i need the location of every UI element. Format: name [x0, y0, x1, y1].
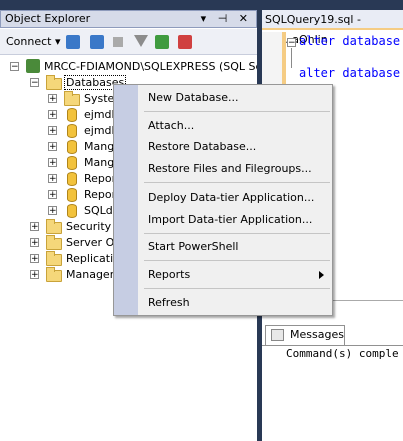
menu-item-reports[interactable]: Reports — [148, 266, 190, 284]
expand-icon[interactable]: + — [48, 174, 57, 184]
stop-icon[interactable] — [113, 37, 123, 47]
folder-icon — [46, 219, 62, 234]
expand-icon[interactable]: + — [30, 238, 39, 248]
menu-item-attach[interactable]: Attach... — [148, 117, 194, 135]
message-text: Command(s) comple — [286, 347, 399, 360]
context-menu: New Database... Attach... Restore Databa… — [113, 84, 333, 316]
expand-icon[interactable]: + — [48, 110, 57, 120]
tree-label: Security — [66, 220, 112, 233]
menu-item-new-database[interactable]: New Database... — [148, 89, 238, 107]
database-icon — [67, 172, 77, 186]
editor-tab[interactable]: SQLQuery19.sql - MR...aOnlin — [262, 10, 403, 46]
menu-item-restore-files[interactable]: Restore Files and Filegroups... — [148, 160, 312, 178]
expand-icon[interactable]: + — [48, 142, 57, 152]
object-explorer-title-bar: Object Explorer ▾ ⊣ ✕ — [0, 10, 257, 28]
tree-label: Repor — [84, 172, 117, 185]
database-icon — [67, 124, 77, 138]
messages-tab[interactable]: Messages — [265, 325, 345, 345]
collapse-icon[interactable]: − — [10, 62, 19, 72]
menu-item-restore-database[interactable]: Restore Database... — [148, 138, 256, 156]
connect-button[interactable]: Connect ▾ — [6, 35, 61, 48]
menu-item-import-data-tier[interactable]: Import Data-tier Application... — [148, 211, 312, 229]
expand-icon[interactable]: + — [48, 206, 57, 216]
connect-object-explorer-icon[interactable] — [66, 35, 80, 49]
database-icon — [67, 140, 77, 154]
messages-icon — [271, 329, 284, 341]
menu-item-start-powershell[interactable]: Start PowerShell — [148, 238, 238, 256]
menu-icon-strip — [114, 85, 138, 315]
menu-separator — [144, 288, 330, 289]
pane-window-buttons[interactable]: ▾ ⊣ ✕ — [201, 11, 252, 27]
expand-icon[interactable]: + — [30, 254, 39, 264]
tree-label: MRCC-FDIAMOND\SQLEXPRESS (SQL Server — [44, 60, 285, 73]
menu-separator — [144, 260, 330, 261]
tab-divider — [262, 345, 403, 346]
code-line[interactable]: alter database — [299, 34, 400, 48]
submenu-arrow-icon — [319, 271, 324, 279]
code-line[interactable]: alter database — [299, 66, 400, 80]
database-icon — [67, 108, 77, 122]
menu-separator — [144, 111, 330, 112]
expand-icon[interactable]: + — [30, 222, 39, 232]
refresh-icon[interactable] — [155, 35, 169, 49]
outline-line — [291, 48, 292, 68]
folder-icon — [46, 75, 62, 90]
disconnect-icon[interactable] — [90, 35, 104, 49]
object-explorer-title: Object Explorer — [5, 12, 91, 25]
folder-icon — [46, 267, 62, 282]
menu-separator — [144, 233, 330, 234]
expand-icon[interactable]: + — [48, 126, 57, 136]
messages-tab-label: Messages — [290, 328, 344, 341]
tree-label: Repor — [84, 188, 117, 201]
database-icon — [67, 188, 77, 202]
summary-icon[interactable] — [178, 35, 192, 49]
menu-item-refresh[interactable]: Refresh — [148, 294, 190, 312]
folder-icon — [46, 235, 62, 250]
folder-icon — [64, 91, 80, 106]
collapse-region-icon[interactable]: − — [287, 38, 296, 48]
collapse-icon[interactable]: − — [30, 78, 39, 88]
expand-icon[interactable]: + — [48, 94, 57, 104]
expand-icon[interactable]: + — [48, 190, 57, 200]
database-icon — [67, 204, 77, 218]
expand-icon[interactable]: + — [48, 158, 57, 168]
database-icon — [67, 156, 77, 170]
expand-icon[interactable]: + — [30, 270, 39, 280]
menu-separator — [144, 182, 330, 183]
folder-icon — [46, 251, 62, 266]
object-explorer-toolbar: Connect ▾ — [0, 29, 257, 55]
server-icon — [26, 59, 40, 73]
filter-icon[interactable] — [134, 35, 148, 47]
menu-item-deploy-data-tier[interactable]: Deploy Data-tier Application... — [148, 189, 314, 207]
